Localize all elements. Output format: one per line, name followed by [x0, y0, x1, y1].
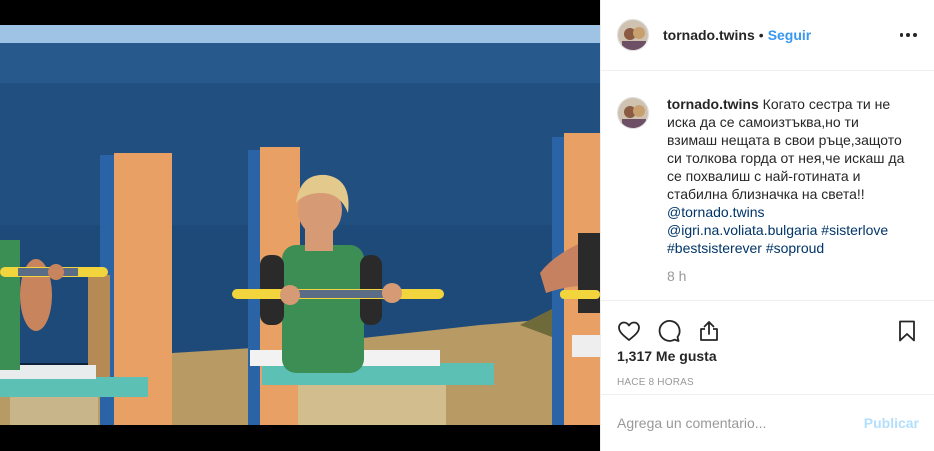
comment-icon[interactable] [655, 317, 683, 345]
mention-link[interactable]: @tornado.twins [667, 204, 764, 220]
heart-icon[interactable] [615, 317, 643, 345]
post-actions: 1,317 Me gusta HACE 8 HORAS [601, 300, 934, 388]
caption-username[interactable]: tornado.twins [667, 96, 759, 112]
post-timestamp[interactable]: HACE 8 HORAS [601, 377, 934, 388]
caption-avatar[interactable] [617, 97, 649, 129]
comment-input[interactable] [617, 415, 864, 431]
more-options-icon[interactable] [898, 25, 918, 45]
share-icon[interactable] [695, 317, 723, 345]
hashtag-link[interactable]: #sisterlove [821, 222, 888, 238]
post-sidebar: tornado.twins • Seguir tornado.twins Ког… [600, 0, 934, 451]
avatar[interactable] [617, 19, 649, 51]
hashtag-link[interactable]: #bestsisterever [667, 240, 762, 256]
post-header: tornado.twins • Seguir [601, 0, 934, 71]
mention-link[interactable]: @igri.na.voliata.bulgaria [667, 222, 817, 238]
likes-count[interactable]: 1,317 Me gusta [601, 348, 934, 364]
action-icons [601, 301, 934, 351]
hashtag-link[interactable]: #soproud [766, 240, 824, 256]
comments-area: tornado.twins Когато сестра ти не иска д… [601, 71, 934, 300]
caption-body: tornado.twins Когато сестра ти не иска д… [667, 95, 907, 285]
follow-button[interactable]: Seguir [768, 27, 812, 43]
post-username[interactable]: tornado.twins [663, 27, 755, 43]
separator-dot: • [758, 27, 764, 43]
caption-time[interactable]: 8 h [667, 267, 907, 285]
caption: tornado.twins Когато сестра ти не иска д… [617, 95, 918, 285]
post-media [0, 0, 600, 451]
post-photo[interactable] [0, 25, 600, 425]
add-comment-bar: Publicar [601, 394, 934, 451]
publish-button[interactable]: Publicar [864, 415, 919, 431]
bookmark-icon[interactable] [893, 317, 921, 345]
